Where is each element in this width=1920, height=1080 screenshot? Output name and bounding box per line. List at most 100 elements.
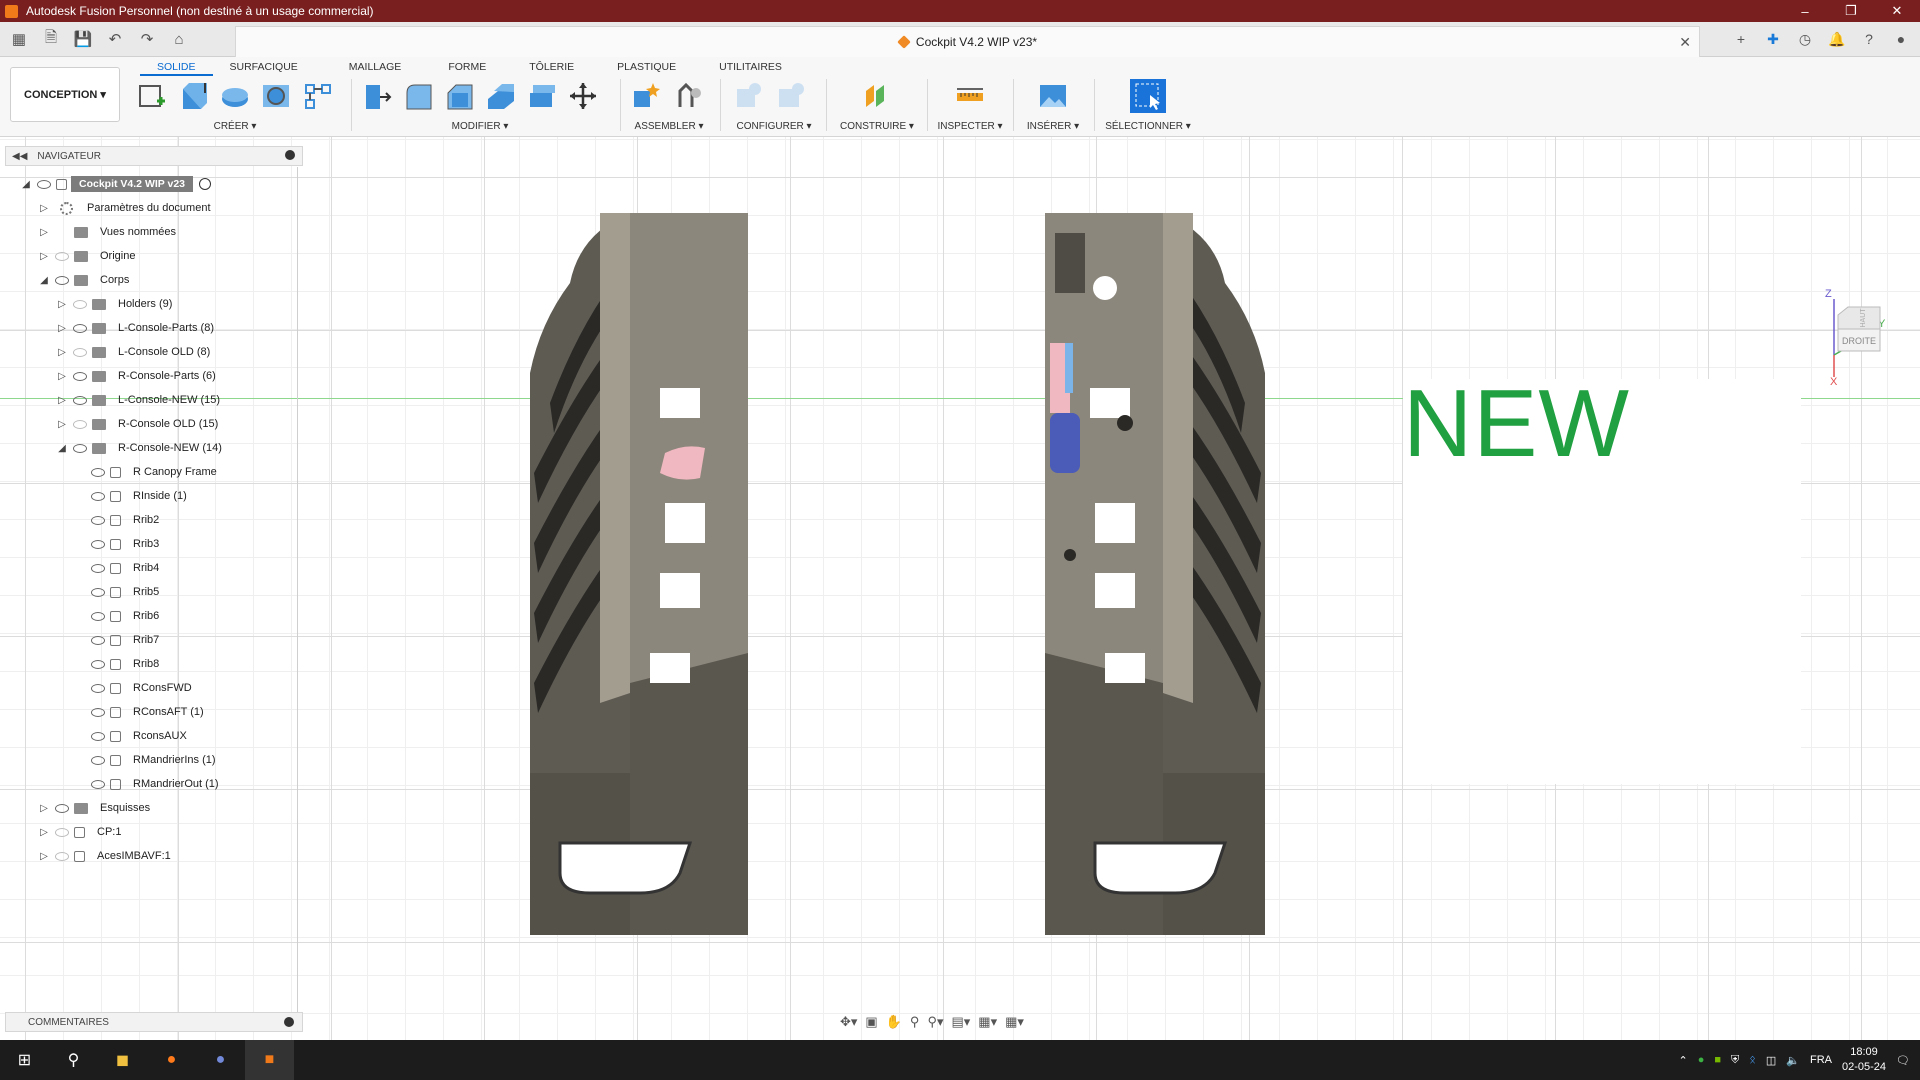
nvidia-icon[interactable]: ■ bbox=[1714, 1054, 1721, 1066]
grid-settings-icon[interactable]: ▦▾ bbox=[978, 1014, 997, 1030]
tab-solide[interactable]: SOLIDE bbox=[140, 58, 213, 76]
zoom-icon[interactable]: ⚲ bbox=[910, 1014, 920, 1030]
tree-body-item[interactable]: RconsAUX bbox=[86, 726, 187, 746]
select-group-label[interactable]: SÉLECTIONNER ▾ bbox=[1100, 121, 1196, 132]
tree-root[interactable]: ◢ Cockpit V4.2 WIP v23 bbox=[20, 174, 212, 194]
viewports-icon[interactable]: ▦▾ bbox=[1005, 1014, 1024, 1030]
visibility-eye-icon[interactable] bbox=[54, 274, 70, 286]
help-icon[interactable]: ? bbox=[1858, 28, 1880, 50]
visibility-eye-icon[interactable] bbox=[90, 706, 106, 718]
expand-triangle-icon[interactable]: ▷ bbox=[38, 250, 50, 262]
insert-image-icon[interactable] bbox=[1035, 79, 1071, 113]
redo-icon[interactable]: ↷ bbox=[136, 28, 158, 50]
view-cube[interactable]: Z Y X DROITE HAUT bbox=[1820, 285, 1890, 388]
shell-icon[interactable] bbox=[484, 79, 518, 113]
insert-group-label[interactable]: INSÉRER ▾ bbox=[1020, 121, 1086, 132]
tree-item-l-console-new[interactable]: ▷ L-Console-NEW (15) bbox=[56, 390, 220, 410]
tray-overflow-icon[interactable]: ⌃ bbox=[1678, 1054, 1687, 1067]
tree-item-bodies[interactable]: ◢ Corps bbox=[38, 270, 129, 290]
visibility-eye-icon[interactable] bbox=[90, 778, 106, 790]
extrude-icon[interactable] bbox=[176, 79, 210, 113]
pin-icon[interactable] bbox=[285, 150, 295, 160]
tree-body-item[interactable]: Rrib5 bbox=[86, 582, 159, 602]
offset-plane-icon[interactable] bbox=[859, 79, 895, 113]
expand-triangle-icon[interactable]: ▷ bbox=[38, 826, 50, 838]
expand-triangle-icon[interactable]: ▷ bbox=[38, 226, 50, 238]
expand-triangle-icon[interactable]: ▷ bbox=[56, 418, 68, 430]
revolve-icon[interactable] bbox=[218, 79, 252, 113]
apps-grid-icon[interactable]: ▦ bbox=[8, 28, 30, 50]
notification-center-icon[interactable]: 🗨 bbox=[1896, 1054, 1910, 1067]
bluetooth-icon[interactable]: ᛟ bbox=[1749, 1054, 1756, 1066]
visibility-eye-icon[interactable] bbox=[90, 466, 106, 478]
visibility-eye-icon[interactable] bbox=[90, 610, 106, 622]
visibility-eye-icon[interactable] bbox=[36, 178, 52, 190]
volume-icon[interactable]: 🔈 bbox=[1786, 1054, 1800, 1067]
home-icon[interactable]: ⌂ bbox=[168, 28, 190, 50]
clock[interactable]: 18:09 02-05-24 bbox=[1842, 1045, 1886, 1075]
new-tab-icon[interactable]: + bbox=[1730, 28, 1752, 50]
visibility-eye-icon[interactable] bbox=[90, 562, 106, 574]
visibility-eye-icon[interactable] bbox=[90, 634, 106, 646]
expand-triangle-icon[interactable]: ▷ bbox=[56, 322, 68, 334]
visibility-eye-icon[interactable] bbox=[72, 298, 88, 310]
joint-icon[interactable] bbox=[671, 79, 707, 113]
browser-header[interactable]: ◀◀ NAVIGATEUR bbox=[5, 146, 303, 166]
language-indicator[interactable]: FRA bbox=[1810, 1054, 1832, 1066]
display-settings-icon[interactable]: ▤▾ bbox=[951, 1014, 970, 1030]
tab-forme[interactable]: FORME bbox=[418, 58, 503, 76]
browser-splitter[interactable] bbox=[297, 167, 298, 1012]
tree-item-r-console-new[interactable]: ◢ R-Console-NEW (14) bbox=[56, 438, 222, 458]
visibility-eye-icon[interactable] bbox=[54, 850, 70, 862]
tree-item-named-views[interactable]: ▷ Vues nommées bbox=[38, 222, 176, 242]
visibility-eye-icon[interactable] bbox=[72, 418, 88, 430]
expand-triangle-icon[interactable]: ▷ bbox=[56, 394, 68, 406]
tray-app-icon[interactable]: ● bbox=[1698, 1054, 1705, 1066]
tree-body-item[interactable]: RMandrierIns (1) bbox=[86, 750, 216, 770]
tree-body-item[interactable]: R Canopy Frame bbox=[86, 462, 217, 482]
windows-start-icon[interactable]: ⊞ bbox=[0, 1040, 49, 1080]
tab-plastique[interactable]: PLASTIQUE bbox=[591, 58, 693, 76]
assemble-group-label[interactable]: ASSEMBLER ▾ bbox=[628, 121, 710, 132]
visibility-eye-icon[interactable] bbox=[90, 754, 106, 766]
security-icon[interactable]: ⛨ bbox=[1731, 1054, 1739, 1067]
job-status-icon[interactable]: ◷ bbox=[1794, 28, 1816, 50]
create-sketch-icon[interactable] bbox=[135, 79, 169, 113]
tree-item-l-console-old[interactable]: ▷ L-Console OLD (8) bbox=[56, 342, 210, 362]
fit-icon[interactable]: ⚲▾ bbox=[927, 1014, 943, 1030]
tree-item-acesimbavf[interactable]: ▷ AcesIMBAVF:1 bbox=[38, 846, 171, 866]
visibility-eye-icon[interactable] bbox=[90, 514, 106, 526]
press-pull-icon[interactable] bbox=[360, 79, 394, 113]
tree-item-document-settings[interactable]: ▷ Paramètres du document bbox=[38, 198, 211, 218]
tab-utilitaires[interactable]: UTILITAIRES bbox=[693, 58, 799, 76]
visibility-eye-icon[interactable] bbox=[54, 802, 70, 814]
new-component-icon[interactable] bbox=[628, 79, 664, 113]
measure-icon[interactable] bbox=[952, 79, 988, 113]
tree-body-item[interactable]: Rrib8 bbox=[86, 654, 159, 674]
fusion-taskbar-icon[interactable]: ■ bbox=[245, 1040, 294, 1080]
tree-item-cp1[interactable]: ▷ CP:1 bbox=[38, 822, 121, 842]
tree-body-item[interactable]: RInside (1) bbox=[86, 486, 187, 506]
modify-group-label[interactable]: MODIFIER ▾ bbox=[360, 121, 600, 132]
visibility-eye-icon[interactable] bbox=[90, 682, 106, 694]
collapse-triangle-icon[interactable]: ◢ bbox=[38, 274, 50, 286]
fillet-icon[interactable] bbox=[401, 79, 435, 113]
pattern-icon[interactable] bbox=[301, 79, 335, 113]
collapse-triangle-icon[interactable]: ◢ bbox=[20, 178, 32, 190]
pan-icon[interactable]: ✋ bbox=[886, 1014, 902, 1030]
tree-item-sketches[interactable]: ▷ Esquisses bbox=[38, 798, 150, 818]
configure-icon[interactable] bbox=[730, 79, 766, 113]
configure-group-label[interactable]: CONFIGURER ▾ bbox=[730, 121, 818, 132]
visibility-eye-icon[interactable] bbox=[90, 538, 106, 550]
expand-triangle-icon[interactable]: ▷ bbox=[56, 346, 68, 358]
tree-body-item[interactable]: RConsAFT (1) bbox=[86, 702, 204, 722]
tree-item-r-console-parts[interactable]: ▷ R-Console-Parts (6) bbox=[56, 366, 216, 386]
visibility-eye-icon[interactable] bbox=[54, 826, 70, 838]
undo-icon[interactable]: ↶ bbox=[104, 28, 126, 50]
tab-surfacique[interactable]: SURFACIQUE bbox=[213, 58, 315, 76]
combine-icon[interactable] bbox=[525, 79, 559, 113]
comments-panel[interactable]: COMMENTAIRES bbox=[5, 1012, 303, 1032]
configure-table-icon[interactable] bbox=[773, 79, 809, 113]
notifications-icon[interactable]: 🔔 bbox=[1826, 28, 1848, 50]
extensions-icon[interactable]: ✚ bbox=[1762, 28, 1784, 50]
